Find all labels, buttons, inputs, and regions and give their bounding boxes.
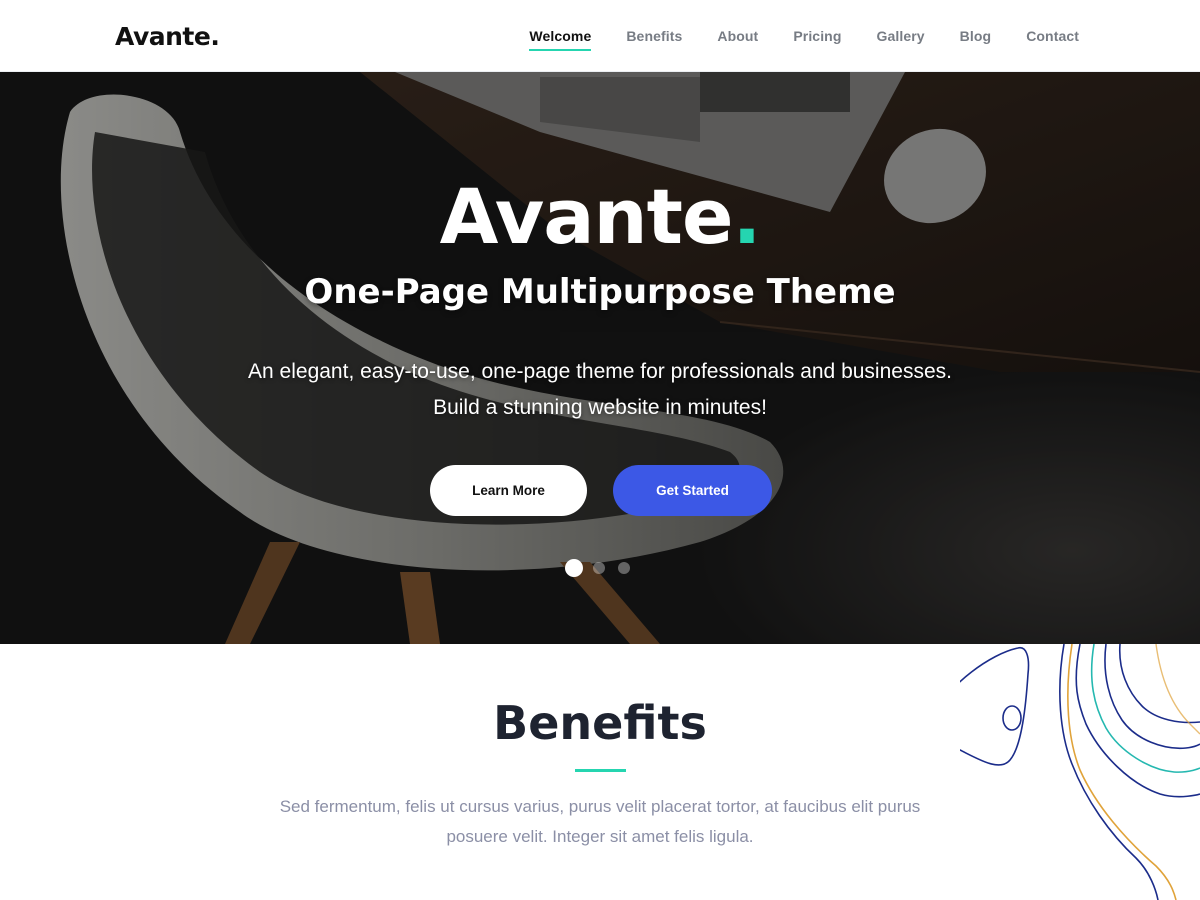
nav-item-welcome[interactable]: Welcome	[529, 28, 592, 51]
nav-item-benefits[interactable]: Benefits	[626, 28, 682, 44]
learn-more-button[interactable]: Learn More	[430, 465, 587, 516]
slider-pagination	[565, 559, 643, 577]
benefits-title: Benefits	[493, 696, 707, 750]
benefits-description-line-2: posuere velit. Integer sit amet felis li…	[446, 827, 754, 846]
hero-description: An elegant, easy-to-use, one-page theme …	[0, 354, 1200, 426]
hero-description-line-2: Build a stunning website in minutes!	[433, 396, 767, 419]
main-nav: Welcome Benefits About Pricing Gallery B…	[529, 0, 1079, 72]
nav-item-gallery[interactable]: Gallery	[876, 28, 924, 44]
benefits-description: Sed fermentum, felis ut cursus varius, p…	[240, 792, 960, 852]
benefits-description-line-1: Sed fermentum, felis ut cursus varius, p…	[279, 797, 921, 816]
hero-section: Avante. One-Page Multipurpose Theme An e…	[0, 72, 1200, 644]
nav-item-contact[interactable]: Contact	[1026, 28, 1079, 44]
benefits-divider	[575, 769, 626, 772]
hero-title-text: Avante	[439, 172, 734, 261]
hero-title: Avante.	[0, 172, 1200, 261]
hero-description-line-1: An elegant, easy-to-use, one-page theme …	[248, 360, 952, 383]
slider-dot-1[interactable]	[565, 559, 583, 577]
site-logo[interactable]: Avante.	[115, 22, 220, 51]
nav-item-blog[interactable]: Blog	[960, 28, 992, 44]
nav-item-about[interactable]: About	[717, 28, 758, 44]
slider-dot-3[interactable]	[618, 562, 630, 574]
nav-item-pricing[interactable]: Pricing	[793, 28, 841, 44]
site-header: Avante. Welcome Benefits About Pricing G…	[0, 0, 1200, 72]
hero-subtitle: One-Page Multipurpose Theme	[304, 272, 896, 312]
benefits-section: Benefits Sed fermentum, felis ut cursus …	[0, 644, 1200, 900]
get-started-button[interactable]: Get Started	[613, 465, 772, 516]
hero-title-dot: .	[732, 172, 762, 261]
slider-dot-2[interactable]	[593, 562, 605, 574]
topographic-decoration	[960, 644, 1200, 900]
